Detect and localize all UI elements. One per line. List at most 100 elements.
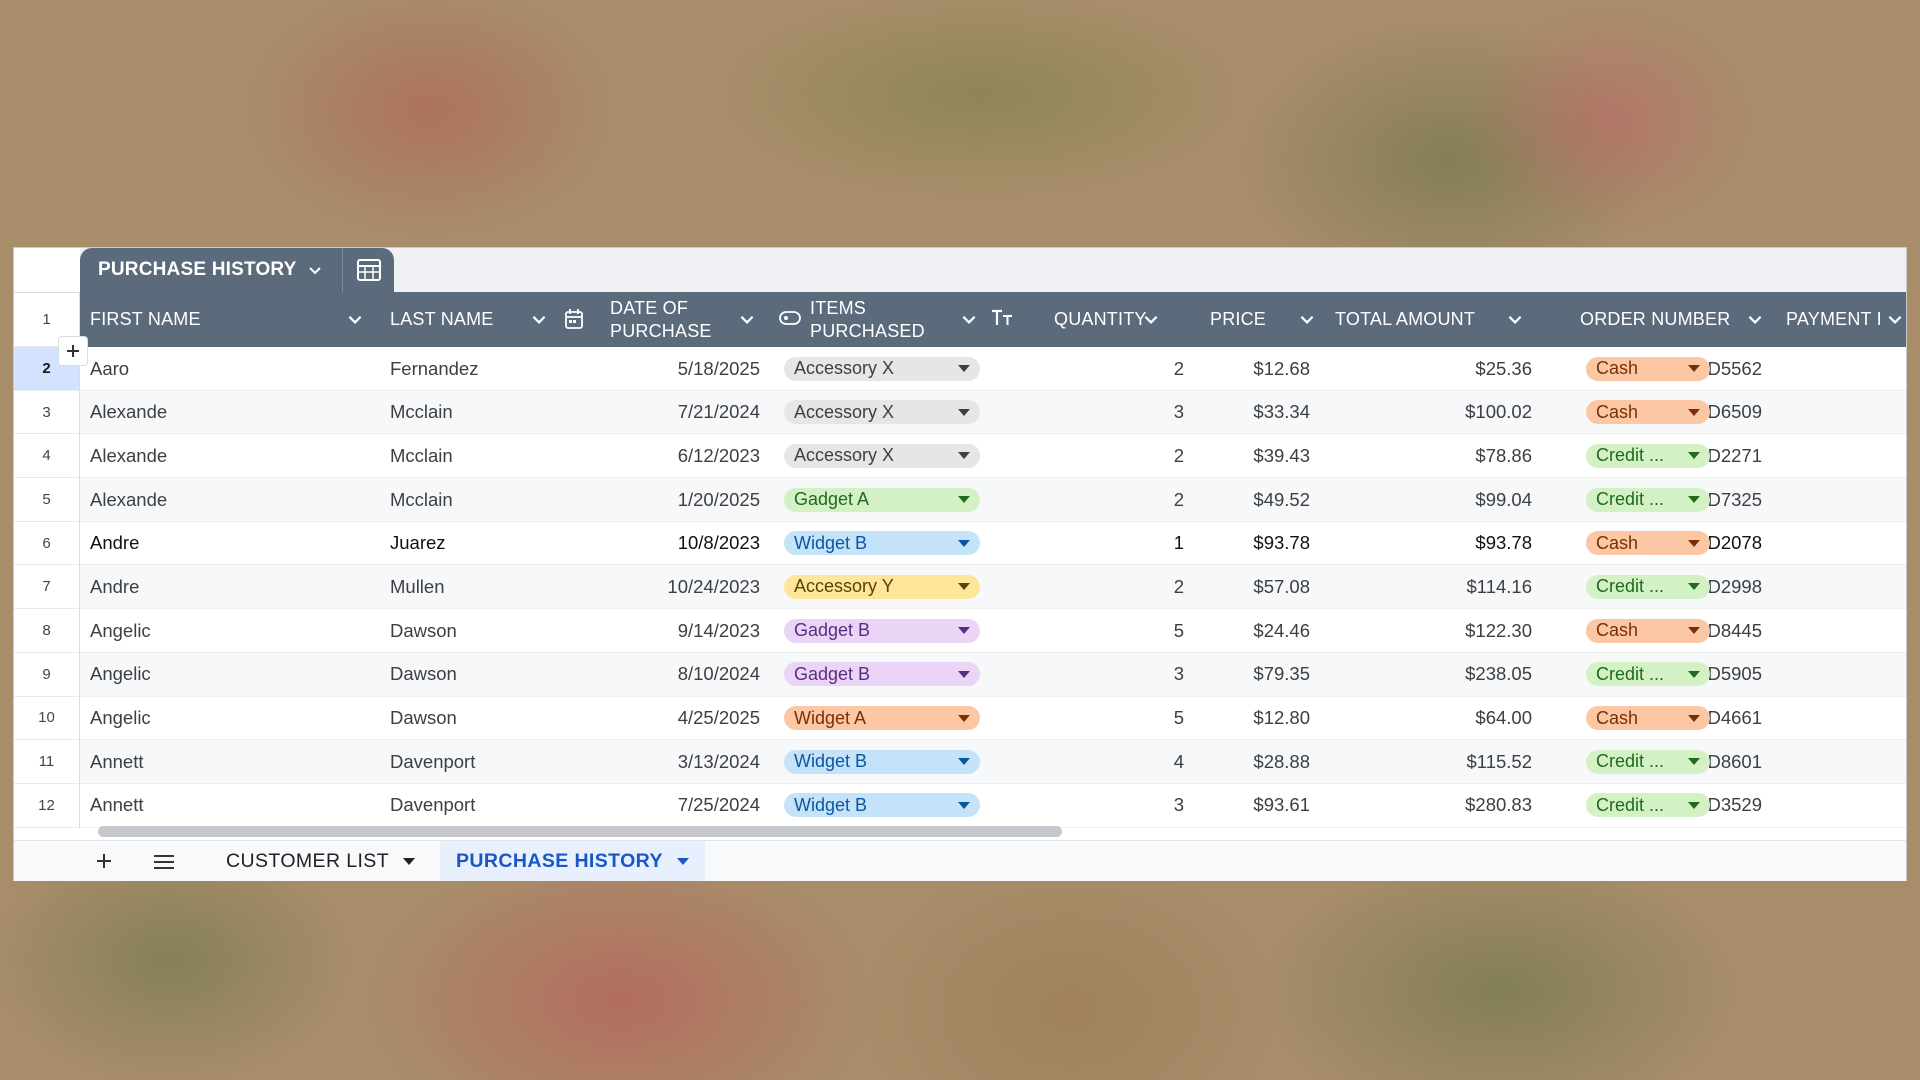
table-row[interactable]: Alexande Mcclain 6/12/2023 Accessory X 2 $39.… <box>80 434 1906 479</box>
cell-payment[interactable]: Cash <box>1586 522 1710 565</box>
sheet-tab-purchase-history[interactable]: PURCHASE HISTORY <box>440 841 705 881</box>
caret-down-icon[interactable] <box>1688 408 1700 416</box>
cell-date[interactable]: 4/25/2025 <box>570 697 760 740</box>
cell-total[interactable]: $115.52 <box>1352 740 1533 783</box>
all-sheets-menu-icon[interactable] <box>152 853 176 871</box>
payment-chip[interactable]: Credit ... <box>1586 749 1710 774</box>
chevron-down-icon[interactable] <box>346 310 364 333</box>
cell-total[interactable]: $25.36 <box>1352 347 1532 390</box>
cell-first[interactable]: Annett <box>90 740 330 783</box>
payment-chip[interactable]: Credit ... <box>1586 487 1710 512</box>
cell-price[interactable]: $93.78 <box>1190 522 1310 565</box>
payment-chip[interactable]: Credit ... <box>1586 662 1710 687</box>
column-header-total-amount[interactable]: TOTAL AMOUNT <box>1335 292 1475 347</box>
cell-price[interactable]: $24.46 <box>1190 609 1310 652</box>
cell-item[interactable]: Gadget A <box>784 478 980 521</box>
cell-qty[interactable]: 5 <box>1064 609 1184 652</box>
caret-down-icon[interactable] <box>958 365 970 372</box>
payment-chip[interactable]: Cash <box>1586 706 1710 730</box>
item-chip[interactable]: Accessory X <box>784 443 980 468</box>
cell-price[interactable]: $12.80 <box>1190 697 1310 740</box>
row-number[interactable]: 10 <box>14 696 80 741</box>
cell-first[interactable]: Annett <box>90 784 330 827</box>
cell-qty[interactable]: 5 <box>1064 697 1184 740</box>
cell-qty[interactable]: 2 <box>1064 478 1184 521</box>
cell-total[interactable]: $64.00 <box>1352 697 1532 740</box>
cell-item[interactable]: Accessory Y <box>784 565 980 608</box>
sheet-tab-customer-list[interactable]: CUSTOMER LIST <box>226 841 416 881</box>
caret-down-icon[interactable] <box>403 857 416 865</box>
cell-date[interactable]: 9/14/2023 <box>570 609 760 652</box>
table-row[interactable]: Alexande Mcclain 7/21/2024 Accessory X 3 $33.… <box>80 390 1906 435</box>
cell-total[interactable]: $114.16 <box>1352 565 1533 608</box>
cell-date[interactable]: 10/8/2023 <box>570 522 760 565</box>
caret-down-icon[interactable] <box>1688 365 1700 372</box>
row-number[interactable]: 7 <box>14 565 80 610</box>
cell-date[interactable]: 8/10/2024 <box>570 653 760 696</box>
chevron-down-icon[interactable] <box>1142 310 1160 333</box>
cell-first[interactable]: Alexande <box>90 434 330 477</box>
cell-last[interactable]: Fernandez <box>390 347 560 390</box>
table-row[interactable]: Angelic Dawson 8/10/2024 Gadget B 3 $79.35 $23… <box>80 652 1906 697</box>
row-number[interactable]: 5 <box>14 478 80 522</box>
cell-payment[interactable]: Credit ... <box>1586 653 1710 696</box>
cell-price[interactable]: $93.61 <box>1190 784 1310 827</box>
table-row[interactable]: Angelic Dawson 9/14/2023 Gadget B 5 $24.46 $12… <box>80 609 1906 653</box>
caret-down-icon[interactable] <box>958 452 970 460</box>
payment-chip[interactable]: Credit ... <box>1586 443 1710 468</box>
row-number[interactable]: 12 <box>14 783 80 828</box>
payment-chip[interactable]: Cash <box>1586 400 1710 425</box>
horizontal-scrollbar[interactable] <box>98 826 1062 837</box>
cell-date[interactable]: 5/18/2025 <box>570 347 760 390</box>
column-header-quantity[interactable]: QUANTITY <box>1054 292 1147 347</box>
caret-down-icon[interactable] <box>958 583 970 591</box>
cell-item[interactable]: Gadget B <box>784 609 980 652</box>
cell-item[interactable]: Widget B <box>784 740 980 783</box>
caret-down-icon[interactable] <box>1688 758 1700 766</box>
item-chip[interactable]: Widget A <box>784 706 980 730</box>
payment-chip[interactable]: Cash <box>1586 618 1710 643</box>
cell-item[interactable]: Widget A <box>784 697 980 740</box>
payment-chip[interactable]: Credit ... <box>1586 574 1710 599</box>
cell-first[interactable]: Angelic <box>90 609 330 652</box>
cell-item[interactable]: Gadget B <box>784 653 980 696</box>
cell-last[interactable]: Mcclain <box>390 391 560 434</box>
row-number[interactable]: 11 <box>14 740 80 784</box>
caret-down-icon[interactable] <box>1688 714 1700 722</box>
cell-payment[interactable]: Cash <box>1586 391 1710 434</box>
cell-item[interactable]: Accessory X <box>784 347 980 390</box>
cell-first[interactable]: Andre <box>90 565 330 608</box>
cell-first[interactable]: Angelic <box>90 697 330 740</box>
column-header-date-of-purchase[interactable]: DATE OF PURCHASE <box>610 292 730 347</box>
cell-date[interactable]: 3/13/2024 <box>570 740 760 783</box>
caret-down-icon[interactable] <box>958 408 970 416</box>
item-chip[interactable]: Widget B <box>784 793 980 818</box>
cell-price[interactable]: $28.88 <box>1190 740 1310 783</box>
column-header-last-name[interactable]: LAST NAME <box>390 292 494 347</box>
column-header-payment-i[interactable]: PAYMENT I <box>1786 292 1882 347</box>
cell-price[interactable]: $39.43 <box>1190 434 1310 477</box>
cell-first[interactable]: Andre <box>90 522 330 565</box>
table-row[interactable]: Andre Juarez 10/8/2023 Widget B 1 $93.78 $93.7… <box>80 522 1906 566</box>
cell-item[interactable]: Widget B <box>784 522 980 565</box>
cell-last[interactable]: Dawson <box>390 653 560 696</box>
chevron-down-icon[interactable] <box>960 310 978 333</box>
add-row-button[interactable] <box>58 336 88 366</box>
cell-first[interactable]: Aaro <box>90 347 330 390</box>
chevron-down-icon[interactable] <box>1298 310 1316 333</box>
add-sheet-icon[interactable] <box>94 851 114 871</box>
cell-date[interactable]: 7/21/2024 <box>570 391 760 434</box>
cell-qty[interactable]: 1 <box>1064 522 1184 565</box>
column-header-first-name[interactable]: FIRST NAME <box>90 292 201 347</box>
row-number[interactable]: 4 <box>14 434 80 479</box>
payment-chip[interactable]: Credit ... <box>1586 793 1710 818</box>
cell-last[interactable]: Mullen <box>390 565 560 608</box>
row-number[interactable]: 8 <box>14 609 80 653</box>
cell-total[interactable]: $93.78 <box>1352 522 1532 565</box>
cell-total[interactable]: $78.86 <box>1352 434 1532 477</box>
cell-qty[interactable]: 2 <box>1064 434 1184 477</box>
cell-qty[interactable]: 4 <box>1064 740 1184 783</box>
cell-total[interactable]: $99.04 <box>1352 478 1532 521</box>
cell-qty[interactable]: 2 <box>1064 565 1184 608</box>
chevron-down-icon[interactable] <box>530 310 548 333</box>
